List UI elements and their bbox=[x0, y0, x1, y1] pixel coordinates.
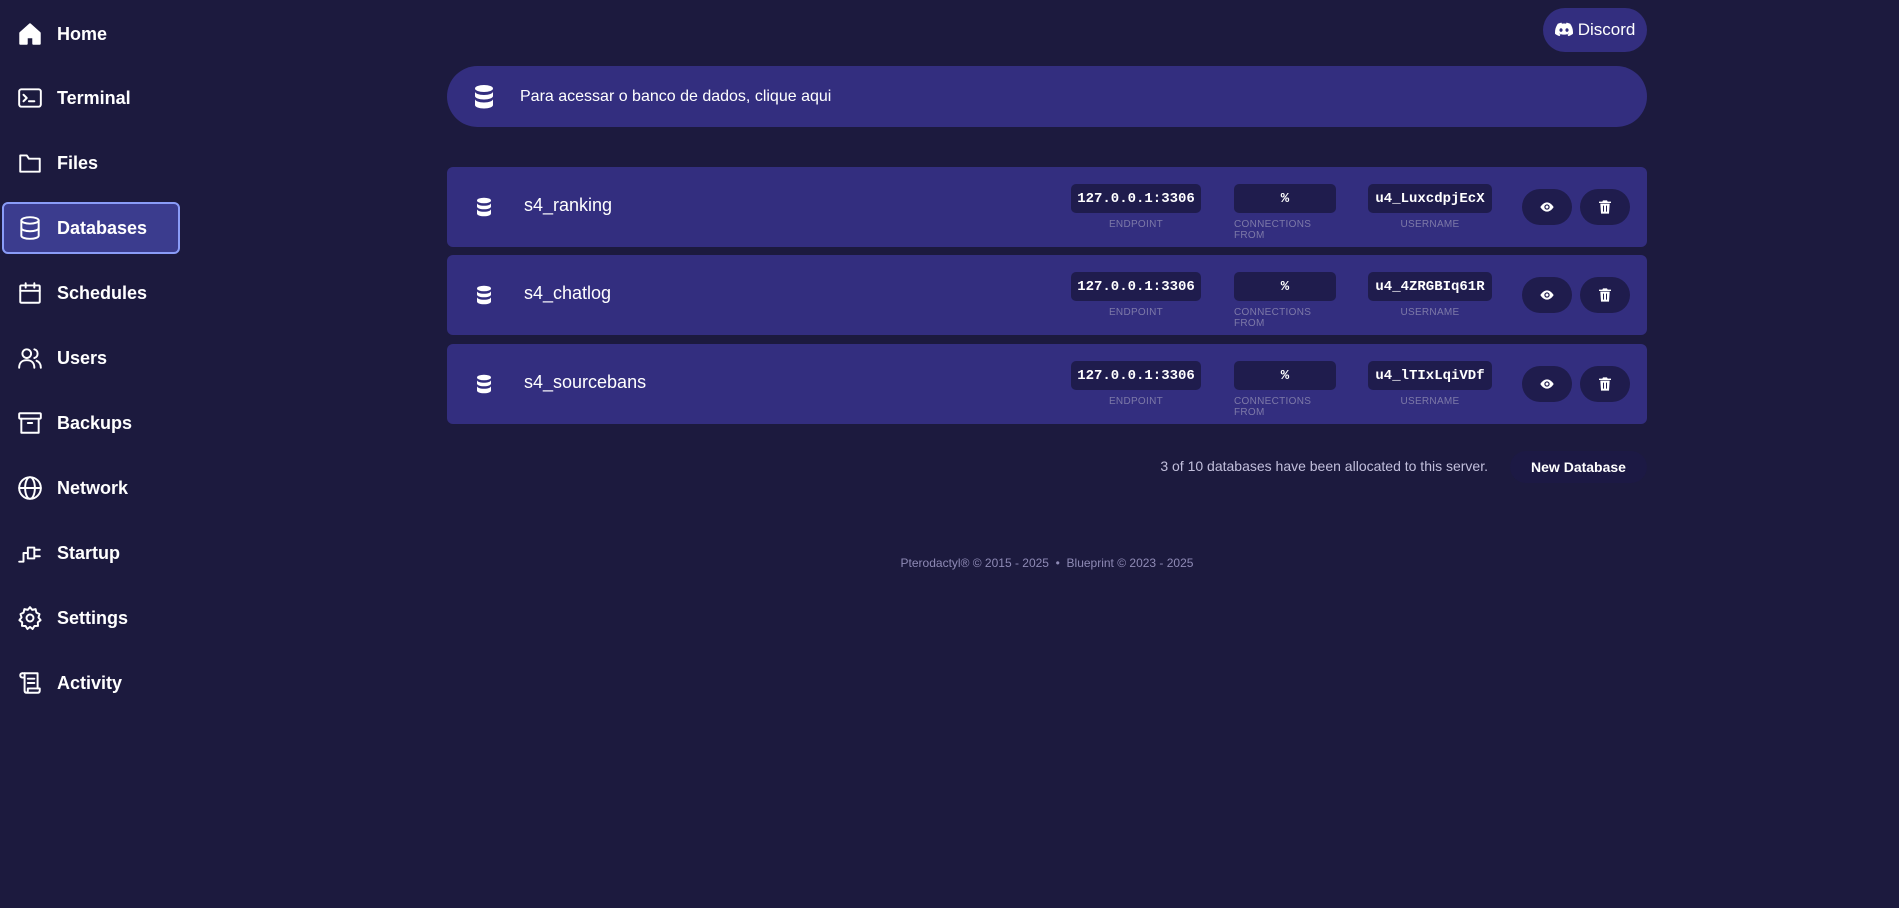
sidebar-item-terminal[interactable]: Terminal bbox=[2, 72, 180, 124]
username-field: u4_4ZRGBIq61R Username bbox=[1368, 272, 1492, 318]
sidebar-item-users[interactable]: Users bbox=[2, 332, 180, 384]
connections-from-label: Connections from bbox=[1234, 219, 1312, 241]
endpoint-value[interactable]: 127.0.0.1:3306 bbox=[1071, 184, 1201, 213]
delete-button[interactable] bbox=[1580, 189, 1630, 225]
footer-copyright: Pterodactyl® © 2015 - 2025 • Blueprint ©… bbox=[900, 556, 1194, 570]
eye-icon bbox=[1540, 202, 1554, 212]
sidebar-item-label: Users bbox=[57, 347, 108, 368]
connections-from-field: % Connections from bbox=[1234, 361, 1336, 418]
database-row: s4_chatlog 127.0.0.1:3306 Endpoint % Con… bbox=[447, 255, 1647, 335]
database-icon bbox=[16, 214, 44, 242]
database-name: s4_chatlog bbox=[524, 283, 612, 303]
sidebar-item-label: Databases bbox=[57, 217, 148, 238]
terminal-icon bbox=[16, 84, 44, 112]
sidebar-item-label: Settings bbox=[57, 607, 129, 628]
username-field: u4_lTIxLqiVDf Username bbox=[1368, 361, 1492, 407]
endpoint-field: 127.0.0.1:3306 Endpoint bbox=[1071, 361, 1201, 407]
username-value[interactable]: u4_LuxcdpjEcX bbox=[1368, 184, 1492, 213]
endpoint-value[interactable]: 127.0.0.1:3306 bbox=[1071, 361, 1201, 390]
sidebar-item-label: Terminal bbox=[57, 87, 131, 108]
discord-icon bbox=[1554, 22, 1573, 37]
sidebar-item-schedules[interactable]: Schedules bbox=[2, 267, 180, 319]
sidebar-item-activity[interactable]: Activity bbox=[2, 657, 180, 709]
sidebar-item-files[interactable]: Files bbox=[2, 137, 180, 189]
connections-from-value[interactable]: % bbox=[1234, 272, 1336, 301]
database-icon bbox=[477, 374, 491, 394]
discord-button[interactable]: Discord bbox=[1543, 8, 1647, 52]
connections-from-field: % Connections from bbox=[1234, 272, 1336, 329]
trash-icon bbox=[1599, 200, 1611, 214]
endpoint-label: Endpoint bbox=[1108, 307, 1164, 318]
username-label: Username bbox=[1400, 307, 1460, 318]
banner-text: Para acessar o banco de dados, clique aq… bbox=[520, 87, 832, 105]
calendar-icon bbox=[16, 279, 44, 307]
endpoint-field: 127.0.0.1:3306 Endpoint bbox=[1071, 184, 1201, 230]
eye-icon bbox=[1540, 379, 1554, 389]
sidebar-item-settings[interactable]: Settings bbox=[2, 592, 180, 644]
database-name: s4_ranking bbox=[524, 195, 613, 215]
endpoint-value[interactable]: 127.0.0.1:3306 bbox=[1071, 272, 1201, 301]
gear-icon bbox=[16, 604, 44, 632]
scroll-icon bbox=[16, 669, 44, 697]
endpoint-label: Endpoint bbox=[1108, 396, 1164, 407]
view-details-button[interactable] bbox=[1522, 189, 1572, 225]
globe-icon bbox=[16, 474, 44, 502]
sidebar-item-label: Files bbox=[57, 152, 99, 173]
sidebar-item-label: Home bbox=[57, 23, 108, 44]
database-icon bbox=[477, 285, 491, 305]
username-label: Username bbox=[1400, 219, 1460, 230]
username-value[interactable]: u4_lTIxLqiVDf bbox=[1368, 361, 1492, 390]
sidebar-item-startup[interactable]: Startup bbox=[2, 527, 180, 579]
database-access-banner[interactable]: Para acessar o banco de dados, clique aq… bbox=[447, 66, 1647, 127]
sidebar-item-home[interactable]: Home bbox=[2, 8, 180, 60]
trash-icon bbox=[1599, 377, 1611, 391]
connections-from-label: Connections from bbox=[1234, 396, 1312, 418]
users-icon bbox=[16, 344, 44, 372]
connections-from-value[interactable]: % bbox=[1234, 361, 1336, 390]
delete-button[interactable] bbox=[1580, 277, 1630, 313]
connections-from-value[interactable]: % bbox=[1234, 184, 1336, 213]
sidebar-item-label: Schedules bbox=[57, 282, 148, 303]
sidebar-item-label: Network bbox=[57, 477, 129, 498]
connections-from-label: Connections from bbox=[1234, 307, 1312, 329]
username-field: u4_LuxcdpjEcX Username bbox=[1368, 184, 1492, 230]
username-label: Username bbox=[1400, 396, 1460, 407]
new-database-button[interactable]: New Database bbox=[1510, 451, 1647, 483]
discord-button-label: Discord bbox=[1577, 20, 1636, 39]
username-value[interactable]: u4_4ZRGBIq61R bbox=[1368, 272, 1492, 301]
folder-icon bbox=[16, 149, 44, 177]
endpoint-field: 127.0.0.1:3306 Endpoint bbox=[1071, 272, 1201, 318]
archive-icon bbox=[16, 409, 44, 437]
endpoint-label: Endpoint bbox=[1108, 219, 1164, 230]
view-details-button[interactable] bbox=[1522, 366, 1572, 402]
eye-icon bbox=[1540, 290, 1554, 300]
sidebar-item-databases[interactable]: Databases bbox=[2, 202, 180, 254]
plug-icon bbox=[16, 539, 44, 567]
database-row: s4_sourcebans 127.0.0.1:3306 Endpoint % … bbox=[447, 344, 1647, 424]
trash-icon bbox=[1599, 288, 1611, 302]
database-icon bbox=[477, 197, 491, 217]
view-details-button[interactable] bbox=[1522, 277, 1572, 313]
sidebar-item-label: Startup bbox=[57, 542, 120, 563]
sidebar-item-label: Backups bbox=[57, 412, 133, 433]
sidebar-item-network[interactable]: Network bbox=[2, 462, 180, 514]
database-icon bbox=[472, 84, 496, 110]
connections-from-field: % Connections from bbox=[1234, 184, 1336, 241]
allocation-status: 3 of 10 databases have been allocated to… bbox=[1160, 458, 1488, 474]
sidebar-item-backups[interactable]: Backups bbox=[2, 397, 180, 449]
sidebar: Home Terminal Files Databases Schedules … bbox=[0, 0, 184, 908]
database-row: s4_ranking 127.0.0.1:3306 Endpoint % Con… bbox=[447, 167, 1647, 247]
delete-button[interactable] bbox=[1580, 366, 1630, 402]
home-icon bbox=[16, 20, 44, 48]
sidebar-item-label: Activity bbox=[57, 672, 123, 693]
database-name: s4_sourcebans bbox=[524, 372, 647, 392]
